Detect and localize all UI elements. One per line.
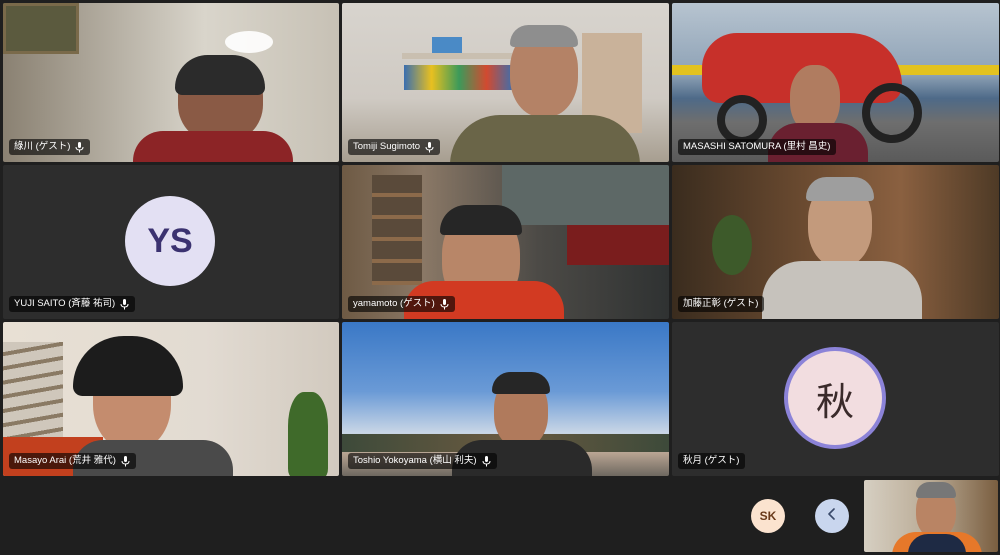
shelf-items xyxy=(404,65,514,90)
participant-name-tag: Masayo Arai (荒井 雅代) xyxy=(9,453,136,469)
participant-tile-9[interactable]: 秋 秋月 (ゲスト) xyxy=(672,322,999,476)
person-hair xyxy=(916,482,956,498)
mic-icon xyxy=(440,298,449,310)
avatar-initials: SK xyxy=(759,509,777,523)
cabinet-red xyxy=(567,225,669,265)
participant-name: yamamoto (ゲスト) xyxy=(353,298,435,309)
participant-name-tag: 綠川 (ゲスト) xyxy=(9,139,91,155)
bookshelf xyxy=(372,175,422,285)
participant-tile-4[interactable]: YS YUJI SAITO (斉藤 祐司) xyxy=(3,165,339,319)
person-sweater xyxy=(450,115,640,162)
person-hair xyxy=(175,55,265,95)
participant-tile-8[interactable]: Toshio Yokoyama (横山 利夫) xyxy=(342,322,669,476)
mic-icon xyxy=(482,455,491,467)
bottom-bar: SK xyxy=(0,478,1000,555)
motorcycle-wheel xyxy=(862,83,922,143)
mic-icon xyxy=(121,455,130,467)
participant-name: Masayo Arai (荒井 雅代) xyxy=(14,455,116,466)
participant-name-tag: Toshio Yokoyama (横山 利夫) xyxy=(348,453,497,469)
participant-name-tag: MASASHI SATOMURA (里村 昌史) xyxy=(678,139,837,155)
participant-name: MASASHI SATOMURA (里村 昌史) xyxy=(683,141,831,152)
participant-name: Toshio Yokoyama (横山 利夫) xyxy=(353,455,477,466)
person-hair xyxy=(440,205,522,235)
person-hair xyxy=(806,177,874,201)
avatar-initials: 秋 xyxy=(815,381,854,424)
participant-name-tag: 秋月 (ゲスト) xyxy=(678,453,746,469)
participant-name-tag: YUJI SAITO (斉藤 祐司) xyxy=(9,296,136,312)
person-hair xyxy=(510,25,578,47)
participant-tile-5[interactable]: yamamoto (ゲスト) xyxy=(342,165,669,319)
participant-tile-3[interactable]: MASASHI SATOMURA (里村 昌史) xyxy=(672,3,999,162)
participant-name: 加藤正彰 (ゲスト) xyxy=(683,298,759,309)
participant-name: YUJI SAITO (斉藤 祐司) xyxy=(14,298,116,309)
chevron-left-icon xyxy=(827,507,837,525)
participant-tile-6[interactable]: 加藤正彰 (ゲスト) xyxy=(672,165,999,319)
participant-name: Tomiji Sugimoto xyxy=(353,141,421,152)
ceiling-light xyxy=(225,31,273,53)
shelf xyxy=(402,53,512,59)
person-shirt xyxy=(133,131,293,162)
participant-name: 秋月 (ゲスト) xyxy=(683,455,740,466)
participant-name-tag: yamamoto (ゲスト) xyxy=(348,296,455,312)
avatar-initials: YS xyxy=(147,221,193,260)
video-grid: 綠川 (ゲスト) Tomiji Sugimoto MASASHI SATOMUR… xyxy=(3,3,999,476)
participant-avatar: 秋 xyxy=(784,347,886,449)
mic-icon xyxy=(75,141,84,153)
shelf-box xyxy=(432,37,462,53)
participant-name-tag: 加藤正彰 (ゲスト) xyxy=(678,296,765,312)
cabinet xyxy=(502,165,669,225)
self-avatar-button[interactable]: SK xyxy=(751,499,785,533)
participant-tile-7[interactable]: Masayo Arai (荒井 雅代) xyxy=(3,322,339,476)
person-hair xyxy=(73,336,183,396)
plant xyxy=(288,392,328,476)
wall-picture xyxy=(3,3,79,54)
motorcycle-wheel xyxy=(717,95,767,145)
person-sweater xyxy=(762,261,922,319)
person-hair xyxy=(492,372,550,394)
person-jacket xyxy=(908,534,966,552)
mic-icon xyxy=(425,141,434,153)
stairs xyxy=(3,342,63,442)
mic-icon xyxy=(120,298,129,310)
self-view-video[interactable] xyxy=(864,480,998,552)
participant-name-tag: Tomiji Sugimoto xyxy=(348,139,441,155)
plant xyxy=(712,215,752,275)
participant-tile-1[interactable]: 綠川 (ゲスト) xyxy=(3,3,339,162)
collapse-button[interactable] xyxy=(815,499,849,533)
participant-avatar: YS xyxy=(125,196,215,286)
participant-name: 綠川 (ゲスト) xyxy=(14,141,71,152)
participant-tile-2[interactable]: Tomiji Sugimoto xyxy=(342,3,669,162)
